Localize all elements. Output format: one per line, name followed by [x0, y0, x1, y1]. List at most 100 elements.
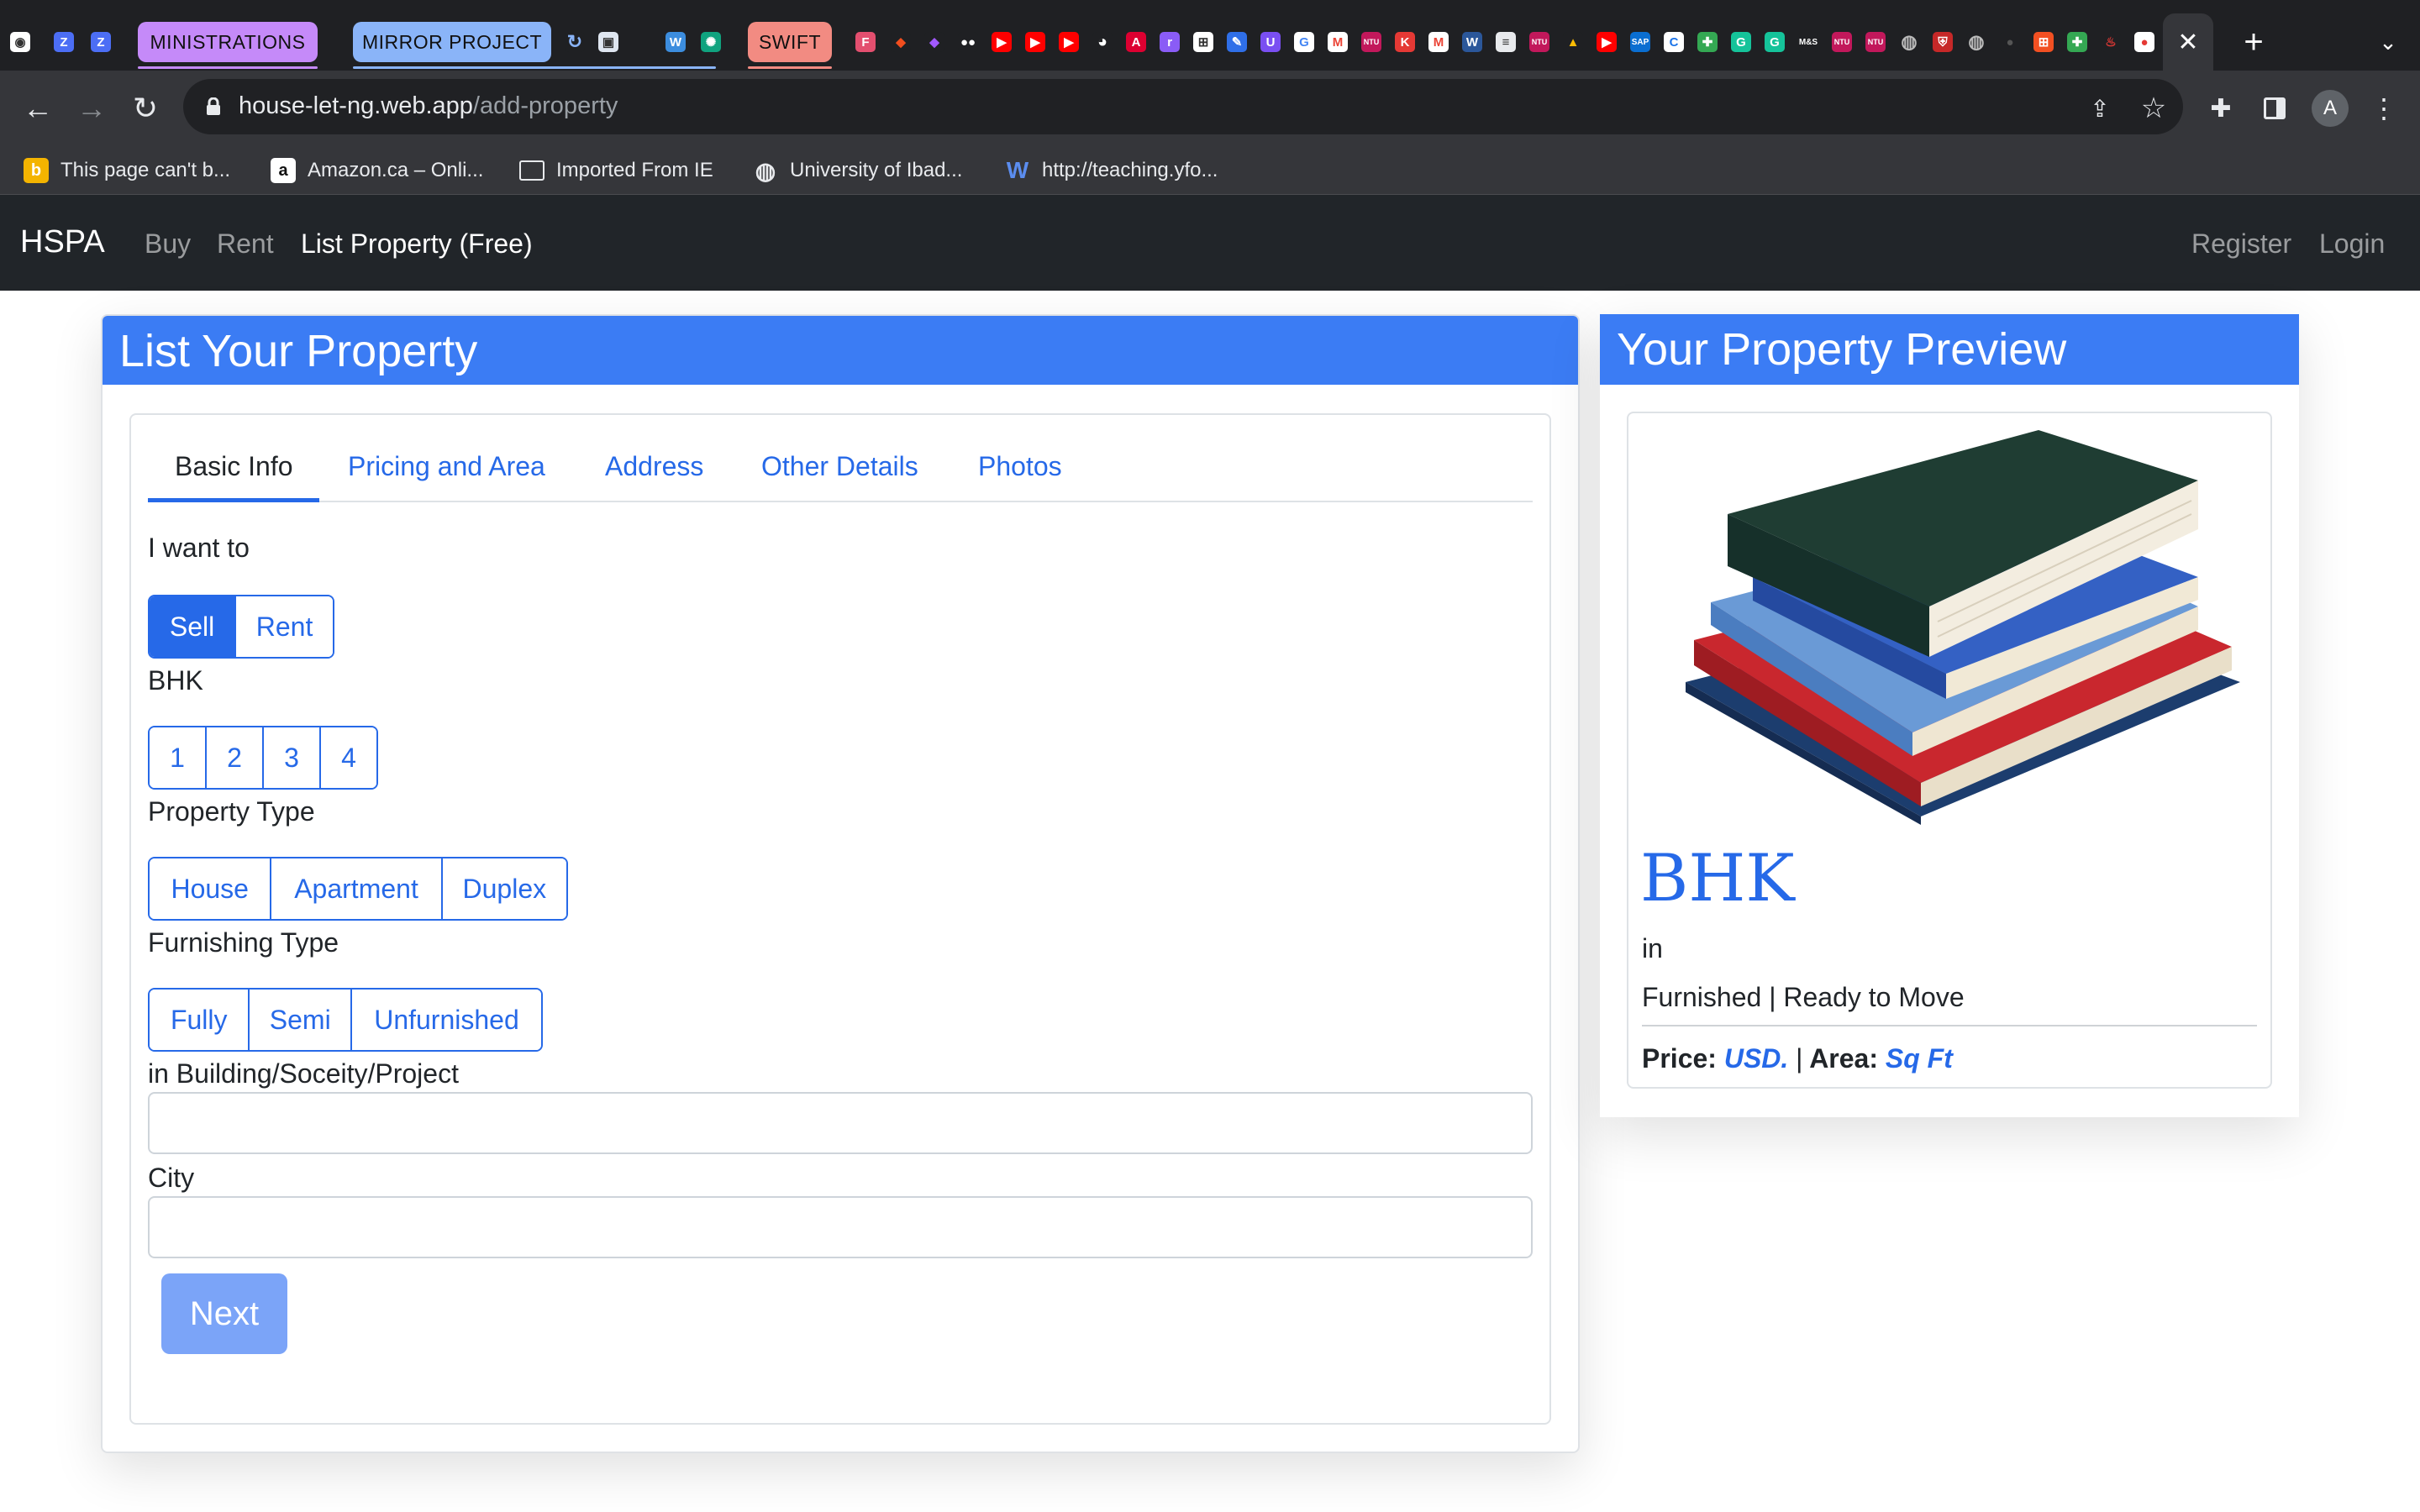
github-icon[interactable]: ◕: [1092, 32, 1113, 52]
tab-icon[interactable]: ●: [2000, 32, 2020, 52]
gmail-icon[interactable]: M: [1428, 32, 1449, 52]
tab-icon[interactable]: ✚: [1697, 32, 1718, 52]
semi-button[interactable]: Semi: [248, 990, 350, 1050]
bookmark-item[interactable]: a Amazon.ca – Onli...: [271, 155, 483, 186]
tab-icon[interactable]: ✎: [1227, 32, 1247, 52]
zoom-icon[interactable]: Z: [54, 32, 74, 52]
tab-search-button[interactable]: ⌄: [2370, 24, 2407, 60]
bookmark-item[interactable]: b This page can't b...: [24, 155, 230, 186]
youtube-icon[interactable]: ▶: [992, 32, 1012, 52]
sheets-icon[interactable]: ✚: [2067, 32, 2087, 52]
tab-group-swift[interactable]: SWIFT: [748, 22, 832, 69]
nav-list-property[interactable]: List Property (Free): [301, 225, 533, 262]
ntu-icon[interactable]: NTU: [1832, 32, 1852, 52]
tab-address[interactable]: Address: [605, 445, 703, 487]
w-tab-icon[interactable]: W: [666, 32, 686, 52]
back-button[interactable]: ←: [17, 87, 59, 129]
bhk-1-button[interactable]: 1: [150, 727, 205, 788]
forward-button[interactable]: →: [71, 87, 113, 129]
zoom-icon[interactable]: Z: [91, 32, 111, 52]
doc-icon[interactable]: ≡: [1496, 32, 1516, 52]
tab-other-details[interactable]: Other Details: [761, 445, 918, 487]
nav-register[interactable]: Register: [2191, 225, 2291, 262]
sell-button[interactable]: Sell: [150, 596, 235, 657]
browser-tab-strip: ◉ Z Z MINISTRATIONS MIRROR PROJECT ↻ ▣ W…: [0, 0, 2420, 71]
image-tab-icon[interactable]: ▣: [598, 32, 618, 52]
ntu-icon[interactable]: NTU: [1361, 32, 1381, 52]
tab-icon[interactable]: ⊞: [1193, 32, 1213, 52]
building-input[interactable]: [148, 1092, 1533, 1154]
medium-icon[interactable]: ●●: [958, 32, 978, 52]
fully-button[interactable]: Fully: [150, 990, 249, 1050]
next-button[interactable]: Next: [161, 1273, 287, 1354]
extensions-button[interactable]: ✚: [2200, 87, 2242, 129]
tab-photos[interactable]: Photos: [978, 445, 1062, 487]
tab-group-label: MINISTRATIONS: [150, 30, 306, 53]
globe-icon[interactable]: ◍: [1899, 31, 1919, 52]
share-button[interactable]: ⇪: [2079, 87, 2121, 129]
house-button[interactable]: House: [150, 858, 271, 919]
youtube-icon[interactable]: ▶: [1597, 32, 1617, 52]
bhk-2-button[interactable]: 2: [205, 727, 262, 788]
bhk-options: 1 2 3 4: [148, 726, 378, 790]
bhk-3-button[interactable]: 3: [262, 727, 319, 788]
tab-icon[interactable]: F: [855, 32, 876, 52]
city-input[interactable]: [148, 1196, 1533, 1258]
tab-icon[interactable]: C: [1664, 32, 1684, 52]
ms-icon[interactable]: M&S: [1798, 32, 1818, 52]
bookmark-folder[interactable]: Imported From IE: [519, 155, 713, 186]
reload-button[interactable]: ↻: [124, 87, 166, 129]
angular-icon[interactable]: A: [1126, 32, 1146, 52]
grammarly-icon[interactable]: G: [1765, 32, 1785, 52]
tab-icon[interactable]: K: [1395, 32, 1415, 52]
openai-tab-icon[interactable]: ✺: [701, 32, 721, 52]
profile-button[interactable]: A: [2309, 87, 2351, 129]
figma-icon[interactable]: ◆: [891, 32, 911, 52]
nav-rent[interactable]: Rent: [217, 225, 274, 262]
duplex-button[interactable]: Duplex: [440, 858, 566, 919]
arrow-left-icon: ←: [23, 91, 53, 125]
microsoft-icon[interactable]: ⊞: [2033, 32, 2054, 52]
unfurnished-button[interactable]: Unfurnished: [350, 990, 541, 1050]
youtube-icon[interactable]: ▶: [1059, 32, 1079, 52]
tab-basic-info[interactable]: Basic Info: [175, 445, 293, 487]
rent-button[interactable]: Rent: [234, 596, 333, 657]
tab-icon[interactable]: ●: [2134, 32, 2154, 52]
tab-icon[interactable]: r: [1160, 32, 1180, 52]
chrome-icon[interactable]: ◉: [10, 32, 30, 52]
bhk-label: BHK: [148, 665, 203, 696]
drive-icon[interactable]: ▲: [1563, 32, 1583, 52]
word-icon[interactable]: W: [1462, 32, 1482, 52]
tab-icon[interactable]: U: [1260, 32, 1281, 52]
nav-buy[interactable]: Buy: [145, 225, 191, 262]
property-preview-title: Your Property Preview: [1617, 324, 2067, 375]
brand-link[interactable]: HSPA: [20, 223, 105, 260]
bookmark-item[interactable]: ◍ University of Ibad...: [753, 155, 963, 186]
shield-icon[interactable]: ⛨: [1933, 32, 1953, 52]
gmail-icon[interactable]: M: [1328, 32, 1348, 52]
sap-icon[interactable]: SAP: [1630, 32, 1650, 52]
furnishing-type-options: Fully Semi Unfurnished: [148, 988, 543, 1052]
side-panel-button[interactable]: [2254, 87, 2296, 129]
tab-pricing-and-area[interactable]: Pricing and Area: [348, 445, 545, 487]
refresh-tab-icon[interactable]: ↻: [565, 31, 585, 52]
bookmark-item[interactable]: Whttp://teaching.yfo...: [1005, 155, 1218, 186]
ntu-icon[interactable]: NTU: [1529, 32, 1549, 52]
tab-icon[interactable]: ♨: [2101, 32, 2121, 52]
bhk-4-button[interactable]: 4: [319, 727, 376, 788]
url-text[interactable]: house-let-ng.web.app/add-property: [239, 89, 618, 123]
google-icon[interactable]: G: [1294, 32, 1314, 52]
ntu-icon[interactable]: NTU: [1865, 32, 1886, 52]
tab-group-mirror-project[interactable]: MIRROR PROJECT: [353, 22, 716, 69]
apartment-button[interactable]: Apartment: [270, 858, 441, 919]
nav-login[interactable]: Login: [2319, 225, 2385, 262]
globe-icon[interactable]: ◍: [1966, 31, 1986, 52]
bookmark-star-button[interactable]: ☆: [2133, 87, 2175, 129]
browser-menu-button[interactable]: ⋮: [2363, 87, 2405, 129]
tab-group-ministrations[interactable]: MINISTRATIONS: [138, 22, 318, 69]
new-tab-button[interactable]: +: [2235, 24, 2272, 60]
figma-icon[interactable]: ◆: [924, 32, 944, 52]
grammarly-icon[interactable]: G: [1731, 32, 1751, 52]
youtube-icon[interactable]: ▶: [1025, 32, 1045, 52]
active-tab-close-button[interactable]: ✕: [2163, 13, 2213, 71]
